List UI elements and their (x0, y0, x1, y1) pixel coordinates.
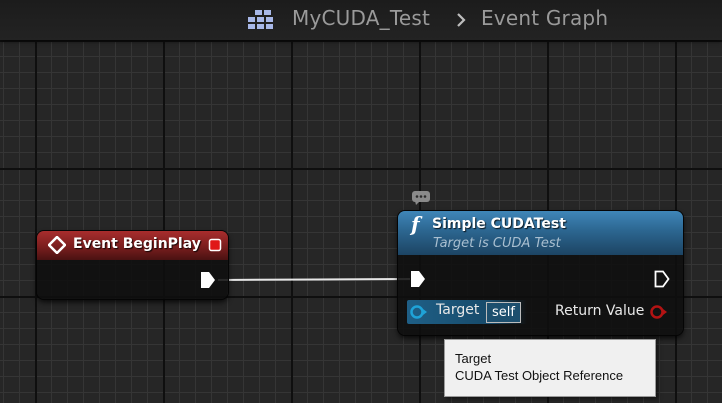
node-header: Event BeginPlay (37, 231, 228, 260)
object-pin-icon[interactable] (409, 304, 429, 320)
pin-tooltip: Target CUDA Test Object Reference (444, 339, 656, 397)
delegate-pin-icon[interactable] (208, 238, 222, 252)
node-header: f Simple CUDATest Target is CUDA Test (398, 211, 683, 255)
node-title: Event BeginPlay (73, 236, 201, 252)
exec-out-pin-icon[interactable] (200, 271, 216, 289)
comment-bubble-icon[interactable] (411, 190, 431, 206)
target-pin-row[interactable]: Target self (407, 300, 527, 324)
tooltip-description: CUDA Test Object Reference (455, 368, 624, 383)
target-pin-label: Target (436, 302, 480, 318)
self-default-value[interactable]: self (486, 302, 521, 323)
event-beginplay-node[interactable]: Event BeginPlay (37, 231, 228, 299)
return-value-pin-icon[interactable] (649, 304, 669, 320)
event-icon (48, 236, 66, 254)
node-subtitle: Target is CUDA Test (433, 236, 561, 251)
exec-in-pin-icon[interactable] (410, 270, 426, 288)
node-title: Simple CUDATest (432, 216, 566, 232)
tooltip-title: Target (455, 351, 492, 366)
exec-out-pin-icon[interactable] (654, 270, 670, 288)
function-icon: f (411, 212, 420, 236)
exec-wire[interactable] (217, 278, 411, 281)
simple-cudatest-node[interactable]: f Simple CUDATest Target is CUDA Test Ta… (398, 211, 683, 335)
return-value-label: Return Value (555, 303, 645, 319)
